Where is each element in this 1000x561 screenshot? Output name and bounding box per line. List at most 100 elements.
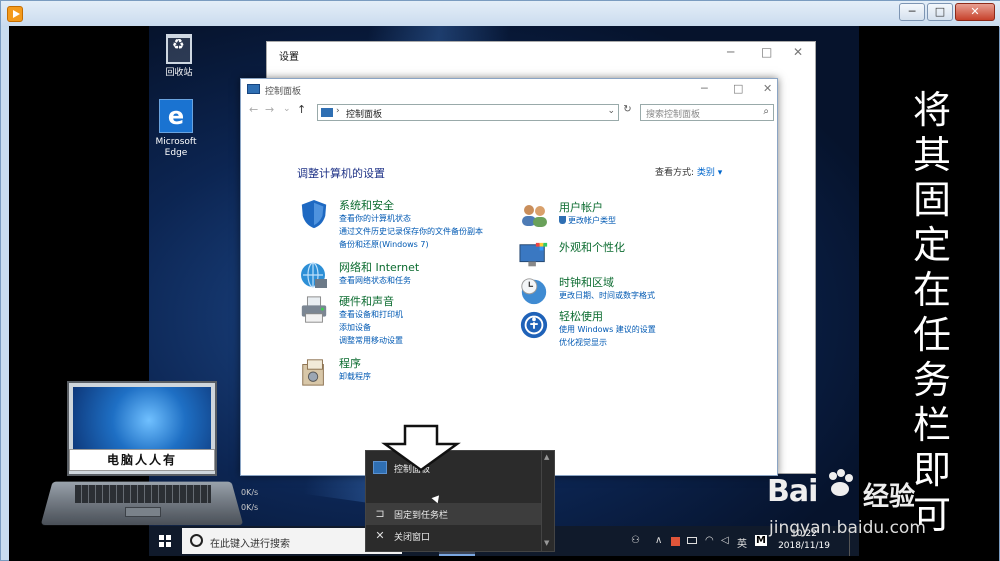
desktop-icon-edge[interactable]: e Microsoft Edge bbox=[149, 99, 206, 159]
close-icon[interactable]: ✕ bbox=[763, 82, 772, 95]
category-title[interactable]: 系统和安全 bbox=[339, 197, 394, 213]
chevron-down-icon[interactable]: ⌄ bbox=[607, 106, 615, 116]
breadcrumb-separator-icon: › bbox=[336, 106, 340, 116]
scroll-down-icon[interactable]: ▼ bbox=[544, 539, 549, 547]
recent-locations-icon[interactable]: ⌄ bbox=[283, 104, 291, 114]
video-screen: 回收站 e Microsoft Edge 设置 ─ □ ✕ 控制面板 ─ □ ✕ bbox=[9, 26, 999, 561]
minimize-icon[interactable]: ─ bbox=[701, 82, 708, 95]
maximize-icon[interactable]: □ bbox=[761, 45, 772, 59]
category-link[interactable]: 更改帐户类型 bbox=[559, 215, 616, 226]
category-title[interactable]: 程序 bbox=[339, 355, 361, 371]
address-bar[interactable]: › 控制面板 ⌄ bbox=[317, 104, 619, 121]
player-minimize-button[interactable]: ─ bbox=[899, 3, 925, 21]
caption-char: 务 bbox=[912, 358, 951, 402]
navigation-bar: ← → ⌄ ↑ › 控制面板 ⌄ ↻ 搜索控制面板 ⌕ bbox=[241, 101, 777, 123]
brand-laptop-logo: 电脑人人有 bbox=[40, 381, 244, 546]
player-window-controls: ─ □ ✕ bbox=[897, 3, 995, 21]
security-tray-icon[interactable] bbox=[671, 537, 680, 546]
caption-char: 栏 bbox=[912, 403, 951, 447]
chevron-up-icon[interactable]: ∧ bbox=[655, 535, 662, 546]
category-link[interactable]: 查看网络状态和任务 bbox=[339, 275, 411, 286]
control-panel-window: 控制面板 ─ □ ✕ ← → ⌄ ↑ › 控制面板 ⌄ ↻ 搜索控制面板 ⌕ 调… bbox=[240, 78, 778, 476]
jump-item-pin-to-taskbar[interactable]: ⊐ 固定到任务栏 bbox=[366, 503, 541, 525]
view-by-value[interactable]: 类别 ▾ bbox=[697, 168, 722, 178]
category-title[interactable]: 轻松使用 bbox=[559, 308, 603, 324]
address-path: 控制面板 bbox=[346, 110, 383, 120]
laptop-keyboard bbox=[75, 485, 211, 503]
scroll-up-icon[interactable]: ▲ bbox=[544, 453, 549, 461]
monitor-palette-icon bbox=[519, 242, 548, 267]
window-title: 控制面板 bbox=[265, 87, 302, 97]
wifi-icon[interactable]: ◠ bbox=[705, 535, 714, 546]
settings-window-title: 设置 bbox=[279, 52, 299, 63]
category-title[interactable]: 用户帐户 bbox=[559, 199, 603, 215]
player-titlebar[interactable]: ─ □ ✕ bbox=[1, 1, 1000, 27]
ime-indicator[interactable]: 英 bbox=[737, 535, 747, 550]
printer-icon bbox=[301, 296, 327, 323]
maximize-icon[interactable]: □ bbox=[733, 82, 743, 95]
category-link[interactable]: 备份和还原(Windows 7) bbox=[339, 239, 429, 250]
refresh-icon[interactable]: ↻ bbox=[621, 104, 634, 121]
volume-icon[interactable]: ◁ bbox=[721, 535, 729, 546]
player-maximize-button[interactable]: □ bbox=[927, 3, 953, 21]
battery-icon[interactable] bbox=[687, 537, 697, 544]
category-link[interactable]: 添加设备 bbox=[339, 322, 371, 333]
desktop-icon-recycle-bin[interactable]: 回收站 bbox=[149, 34, 209, 79]
control-panel-titlebar[interactable]: 控制面板 ─ □ ✕ bbox=[241, 79, 777, 101]
jump-item-label: 固定到任务栏 bbox=[394, 511, 449, 521]
programs-icon bbox=[302, 359, 324, 386]
uac-shield-icon bbox=[559, 216, 566, 224]
jump-item-close-window[interactable]: ✕ 关闭窗口 bbox=[366, 525, 541, 547]
control-panel-icon bbox=[247, 84, 260, 94]
globe-network-icon bbox=[301, 262, 327, 288]
forward-arrow-icon[interactable]: → bbox=[265, 103, 274, 116]
category-title[interactable]: 网络和 Internet bbox=[339, 259, 419, 275]
category-link[interactable]: 卸载程序 bbox=[339, 371, 371, 382]
player-app-icon bbox=[7, 6, 23, 22]
users-icon bbox=[522, 205, 547, 227]
minimize-icon[interactable]: ─ bbox=[727, 45, 734, 59]
category-link[interactable]: 更改日期、时间或数字格式 bbox=[559, 290, 655, 301]
laptop-touchpad bbox=[125, 507, 161, 517]
category-title[interactable]: 时钟和区域 bbox=[559, 274, 614, 290]
close-icon[interactable]: ✕ bbox=[793, 45, 803, 59]
category-link[interactable]: 查看设备和打印机 bbox=[339, 309, 403, 320]
category-link[interactable]: 通过文件历史记录保存你的文件备份副本 bbox=[339, 226, 483, 237]
ease-of-access-icon bbox=[520, 311, 548, 339]
close-icon: ✕ bbox=[970, 5, 980, 18]
edge-icon: e bbox=[159, 99, 193, 133]
category-link-text: 更改帐户类型 bbox=[568, 216, 616, 225]
caption-char: 定 bbox=[912, 223, 951, 267]
jump-item-label: 关闭窗口 bbox=[394, 533, 431, 543]
people-icon[interactable]: ⚇ bbox=[631, 535, 640, 546]
recycle-bin-icon bbox=[166, 34, 192, 64]
back-arrow-icon[interactable]: ← bbox=[249, 103, 258, 116]
caption-char: 将 bbox=[912, 88, 951, 132]
search-icon[interactable]: ⌕ bbox=[763, 106, 769, 117]
net-speed-upload: 0K/s bbox=[241, 488, 259, 497]
category-title[interactable]: 硬件和声音 bbox=[339, 293, 394, 309]
screenshot-stage: ─ □ ✕ 回收站 e Microsoft Edge 设置 ─ □ ✕ bbox=[0, 0, 1000, 561]
up-arrow-icon[interactable]: ↑ bbox=[297, 103, 306, 116]
jump-list-scrollbar[interactable]: ▲ ▼ bbox=[542, 450, 555, 552]
baidu-watermark: Bai 经验 jingyan.baidu.com bbox=[767, 469, 942, 554]
minimize-icon: ─ bbox=[908, 5, 916, 18]
view-by-selector[interactable]: 查看方式: 类别 ▾ bbox=[655, 165, 722, 178]
category-title[interactable]: 外观和个性化 bbox=[559, 239, 625, 255]
brand-banner: 电脑人人有 bbox=[69, 449, 215, 471]
view-by-label: 查看方式: bbox=[655, 168, 695, 178]
category-link[interactable]: 调整常用移动设置 bbox=[339, 335, 403, 346]
baidu-paw-icon bbox=[829, 469, 853, 496]
category-link[interactable]: 优化视觉显示 bbox=[559, 337, 607, 348]
category-link[interactable]: 查看你的计算机状态 bbox=[339, 213, 411, 224]
caption-char: 任 bbox=[912, 313, 951, 357]
search-input[interactable]: 搜索控制面板 ⌕ bbox=[640, 104, 774, 121]
close-icon: ✕ bbox=[375, 529, 385, 542]
caption-char: 固 bbox=[912, 178, 951, 222]
desktop-icon-label: 回收站 bbox=[165, 68, 193, 78]
maximize-icon: □ bbox=[934, 5, 946, 18]
player-close-button[interactable]: ✕ bbox=[955, 3, 995, 21]
m-tray-icon[interactable]: M bbox=[755, 535, 767, 546]
category-link[interactable]: 使用 Windows 建议的设置 bbox=[559, 324, 656, 335]
watermark-logo-suffix: 经验 bbox=[863, 482, 916, 512]
